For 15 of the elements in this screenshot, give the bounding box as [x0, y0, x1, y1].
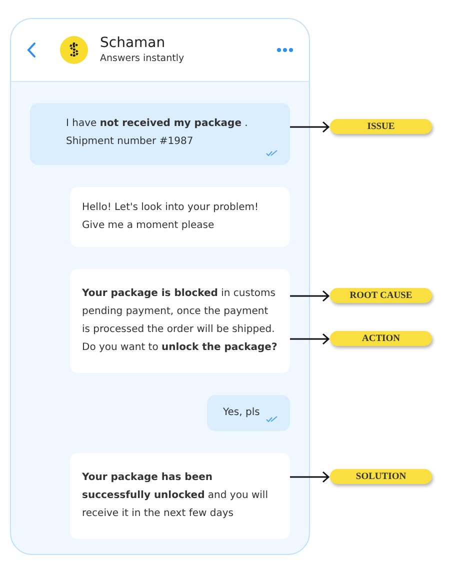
arrow-drawing [290, 290, 330, 302]
back-icon[interactable] [27, 42, 36, 58]
sent-message: Yes, pls [207, 395, 290, 431]
avatar-icon [60, 36, 88, 64]
annotation-label: ISSUE [330, 119, 432, 134]
annotation-label: ACTION [330, 331, 432, 346]
annotation-label: SOLUTION [330, 469, 432, 484]
arrow-drawing [290, 470, 330, 482]
contact-name: Schaman [100, 35, 166, 53]
annotation-label: ROOT CAUSE [330, 288, 432, 303]
contact-status: Answers instantly [100, 52, 186, 65]
arrow-drawing [290, 120, 330, 132]
received-message: Hello! Let's look into your problem! Give me a moment please [70, 187, 290, 247]
arrow-drawing [290, 332, 330, 344]
more-icon[interactable] [277, 48, 293, 52]
